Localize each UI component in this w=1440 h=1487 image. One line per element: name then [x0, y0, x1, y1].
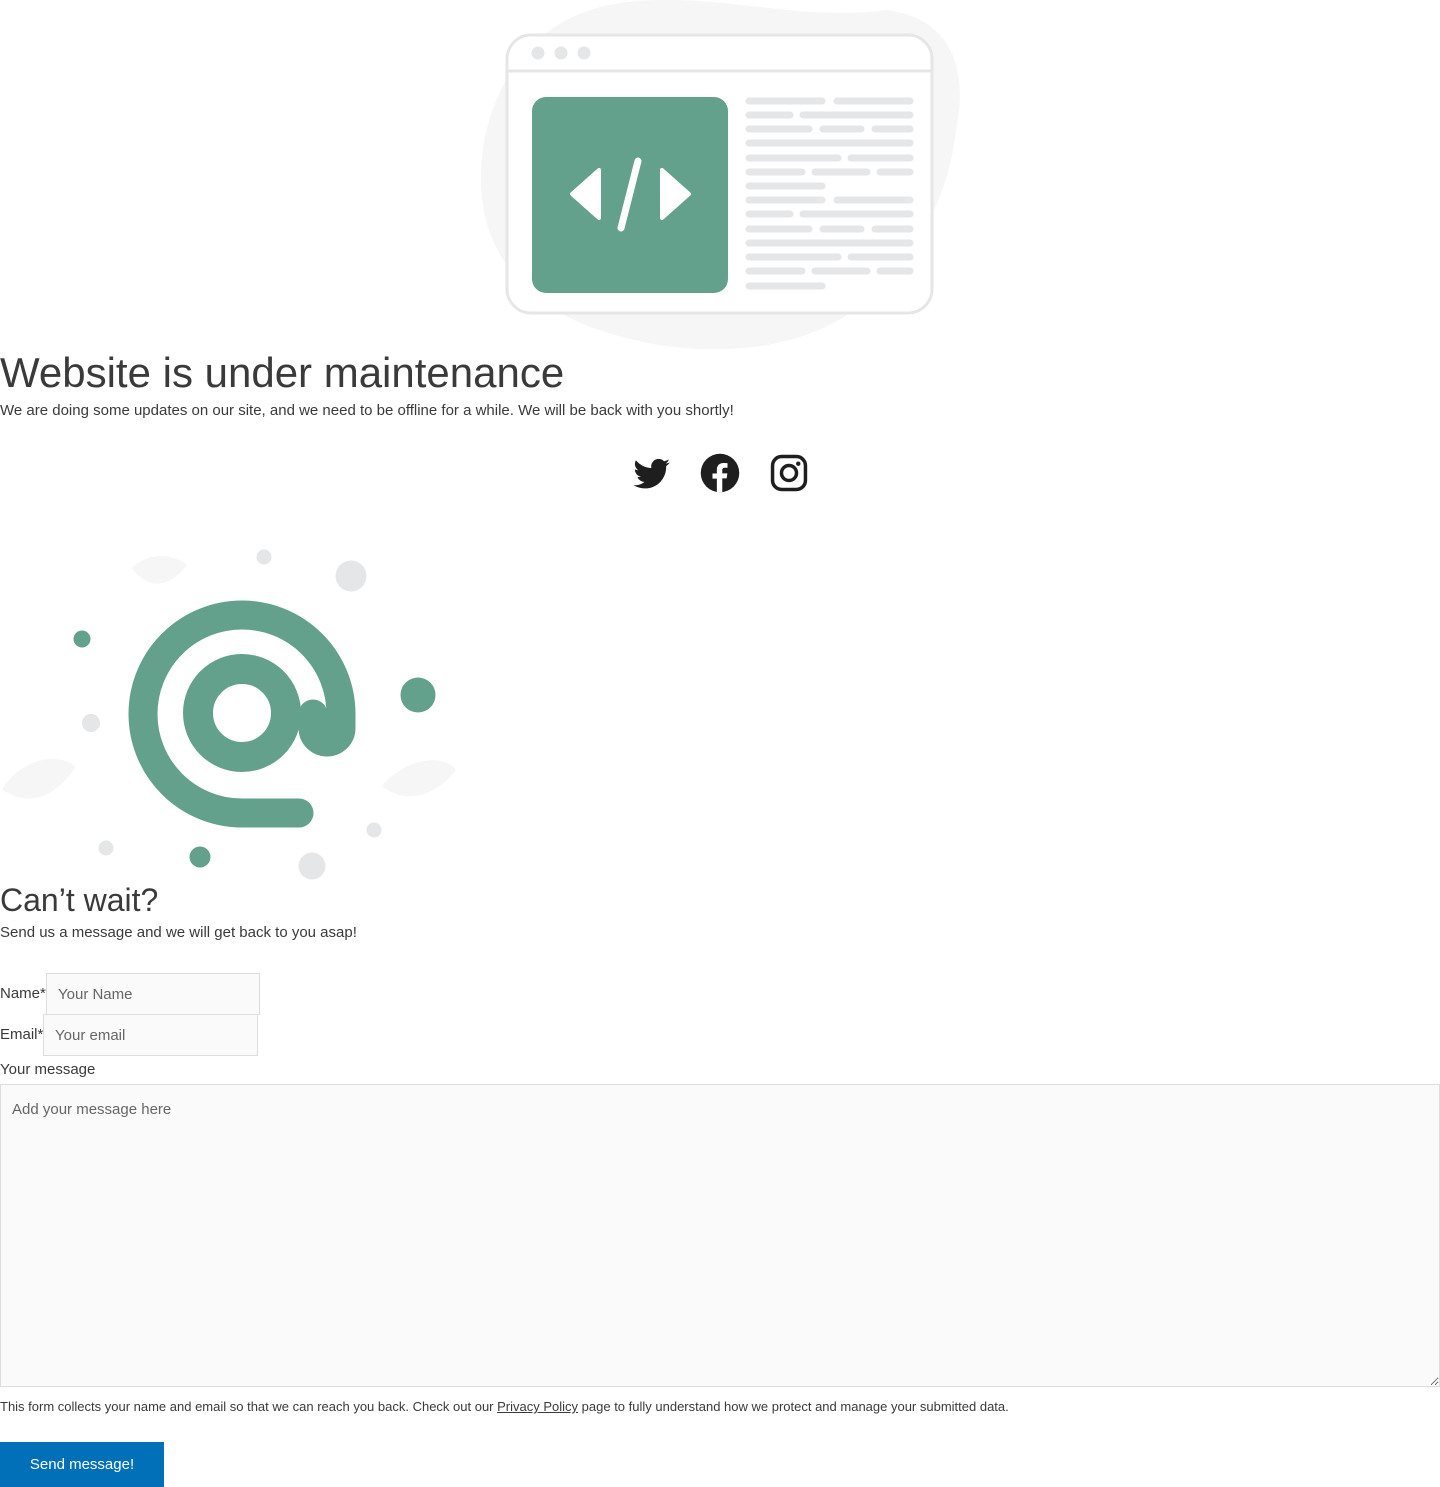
twitter-icon [633, 458, 670, 489]
page-subtitle: We are doing some updates on our site, a… [0, 402, 734, 419]
privacy-notice: This form collects your name and email s… [0, 1399, 1009, 1415]
name-input[interactable] [46, 973, 260, 1015]
name-label: Name* [0, 985, 46, 1002]
privacy-notice-text-end: page to fully understand how we protect … [578, 1399, 1009, 1414]
privacy-policy-link[interactable]: Privacy Policy [497, 1399, 578, 1414]
email-input[interactable] [43, 1014, 258, 1056]
email-label: Email* [0, 1026, 44, 1043]
twitter-link[interactable] [631, 452, 673, 494]
facebook-link[interactable] [699, 452, 741, 494]
message-textarea[interactable] [0, 1084, 1440, 1387]
message-label: Your message [0, 1061, 96, 1078]
contact-subtitle: Send us a message and we will get back t… [0, 924, 357, 941]
instagram-icon [770, 454, 808, 492]
page-title: Website is under maintenance [0, 349, 565, 396]
facebook-icon [700, 453, 740, 493]
at-sign-illustration [2, 549, 456, 880]
send-message-button[interactable]: Send message! [0, 1442, 164, 1487]
privacy-notice-text: This form collects your name and email s… [0, 1399, 498, 1414]
browser-code-illustration [480, 0, 960, 350]
instagram-link[interactable] [768, 452, 810, 494]
contact-title: Can’t wait? [0, 882, 159, 918]
